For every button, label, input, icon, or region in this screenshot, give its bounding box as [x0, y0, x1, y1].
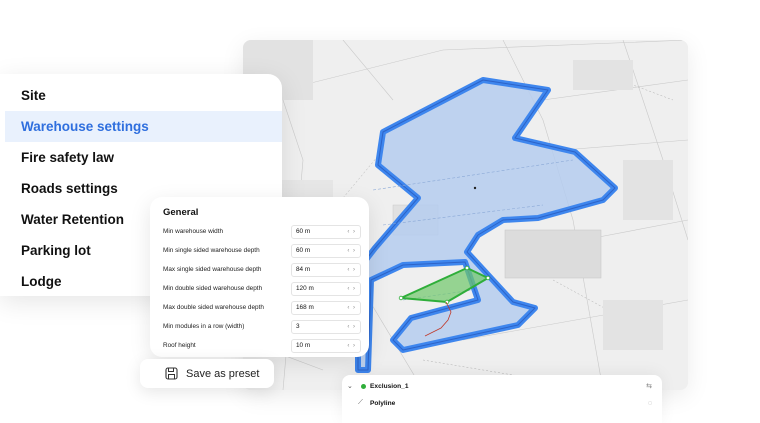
- stepper-value[interactable]: 3: [296, 323, 300, 330]
- stepper-value[interactable]: 10 m: [296, 342, 310, 349]
- min-double-sided-depth-stepper[interactable]: 120 m ‹ ›: [291, 281, 361, 296]
- stepper-value[interactable]: 60 m: [296, 228, 310, 235]
- setting-row: Min single sided warehouse depth 60 m ‹ …: [163, 241, 361, 260]
- stepper-arrows-icon[interactable]: ‹ ›: [347, 286, 356, 292]
- stepper-arrows-icon[interactable]: ‹ ›: [347, 324, 356, 330]
- setting-row: Max double sided warehouse depth 168 m ‹…: [163, 298, 361, 317]
- save-as-preset-button[interactable]: Save as preset: [140, 359, 274, 388]
- general-settings-panel: General Min warehouse width 60 m ‹ › Min…: [150, 197, 369, 357]
- max-single-sided-depth-stepper[interactable]: 84 m ‹ ›: [291, 262, 361, 277]
- layers-panel: ⌄ Exclusion_1 ⇆ ⟋ Polyline ◌: [342, 375, 662, 423]
- layer-settings-icon[interactable]: ⇆: [646, 382, 652, 390]
- setting-label: Min modules in a row (width): [163, 323, 245, 330]
- roof-height-stepper[interactable]: 10 m ‹ ›: [291, 338, 361, 353]
- category-warehouse-settings[interactable]: Warehouse settings: [5, 111, 282, 142]
- setting-row: Min modules in a row (width) 3 ‹ ›: [163, 317, 361, 336]
- min-single-sided-depth-stepper[interactable]: 60 m ‹ ›: [291, 243, 361, 258]
- stepper-arrows-icon[interactable]: ‹ ›: [347, 305, 356, 311]
- setting-label: Min warehouse width: [163, 228, 224, 235]
- stepper-arrows-icon[interactable]: ‹ ›: [347, 248, 356, 254]
- setting-row: Max single sided warehouse depth 84 m ‹ …: [163, 260, 361, 279]
- setting-label: Max single sided warehouse depth: [163, 266, 262, 273]
- setting-row: Min warehouse width 60 m ‹ ›: [163, 222, 361, 241]
- setting-row: Roof height 10 m ‹ ›: [163, 336, 361, 355]
- polyline-icon: ⟋: [358, 399, 363, 406]
- stepper-arrows-icon[interactable]: ‹ ›: [347, 343, 356, 349]
- setting-label: Max double sided warehouse depth: [163, 304, 264, 311]
- chevron-down-icon[interactable]: ⌄: [347, 382, 353, 390]
- layer-name[interactable]: Polyline: [370, 400, 395, 407]
- stepper-value[interactable]: 60 m: [296, 247, 310, 254]
- stepper-arrows-icon[interactable]: ‹ ›: [347, 229, 356, 235]
- min-modules-in-row-stepper[interactable]: 3 ‹ ›: [291, 319, 361, 334]
- layer-color-dot: [361, 383, 366, 389]
- save-icon[interactable]: [165, 367, 178, 380]
- save-as-preset-label[interactable]: Save as preset: [186, 368, 259, 380]
- stepper-value[interactable]: 168 m: [296, 304, 314, 311]
- setting-row: Min double sided warehouse depth 120 m ‹…: [163, 279, 361, 298]
- max-double-sided-depth-stepper[interactable]: 168 m ‹ ›: [291, 300, 361, 315]
- min-warehouse-width-stepper[interactable]: 60 m ‹ ›: [291, 224, 361, 239]
- layer-row-exclusion[interactable]: ⌄ Exclusion_1 ⇆: [342, 377, 662, 395]
- layer-name[interactable]: Exclusion_1: [370, 383, 408, 390]
- settings-section-title: General: [163, 207, 199, 218]
- stepper-value[interactable]: 84 m: [296, 266, 310, 273]
- visibility-icon[interactable]: ◌: [648, 400, 652, 407]
- category-site[interactable]: Site: [0, 80, 282, 111]
- setting-label: Min single sided warehouse depth: [163, 247, 260, 254]
- layer-row-polyline[interactable]: ⟋ Polyline ◌: [342, 394, 662, 412]
- stepper-value[interactable]: 120 m: [296, 285, 314, 292]
- setting-label: Min double sided warehouse depth: [163, 285, 263, 292]
- setting-label: Roof height: [163, 342, 196, 349]
- category-fire-safety-law[interactable]: Fire safety law: [0, 142, 282, 173]
- stepper-arrows-icon[interactable]: ‹ ›: [347, 267, 356, 273]
